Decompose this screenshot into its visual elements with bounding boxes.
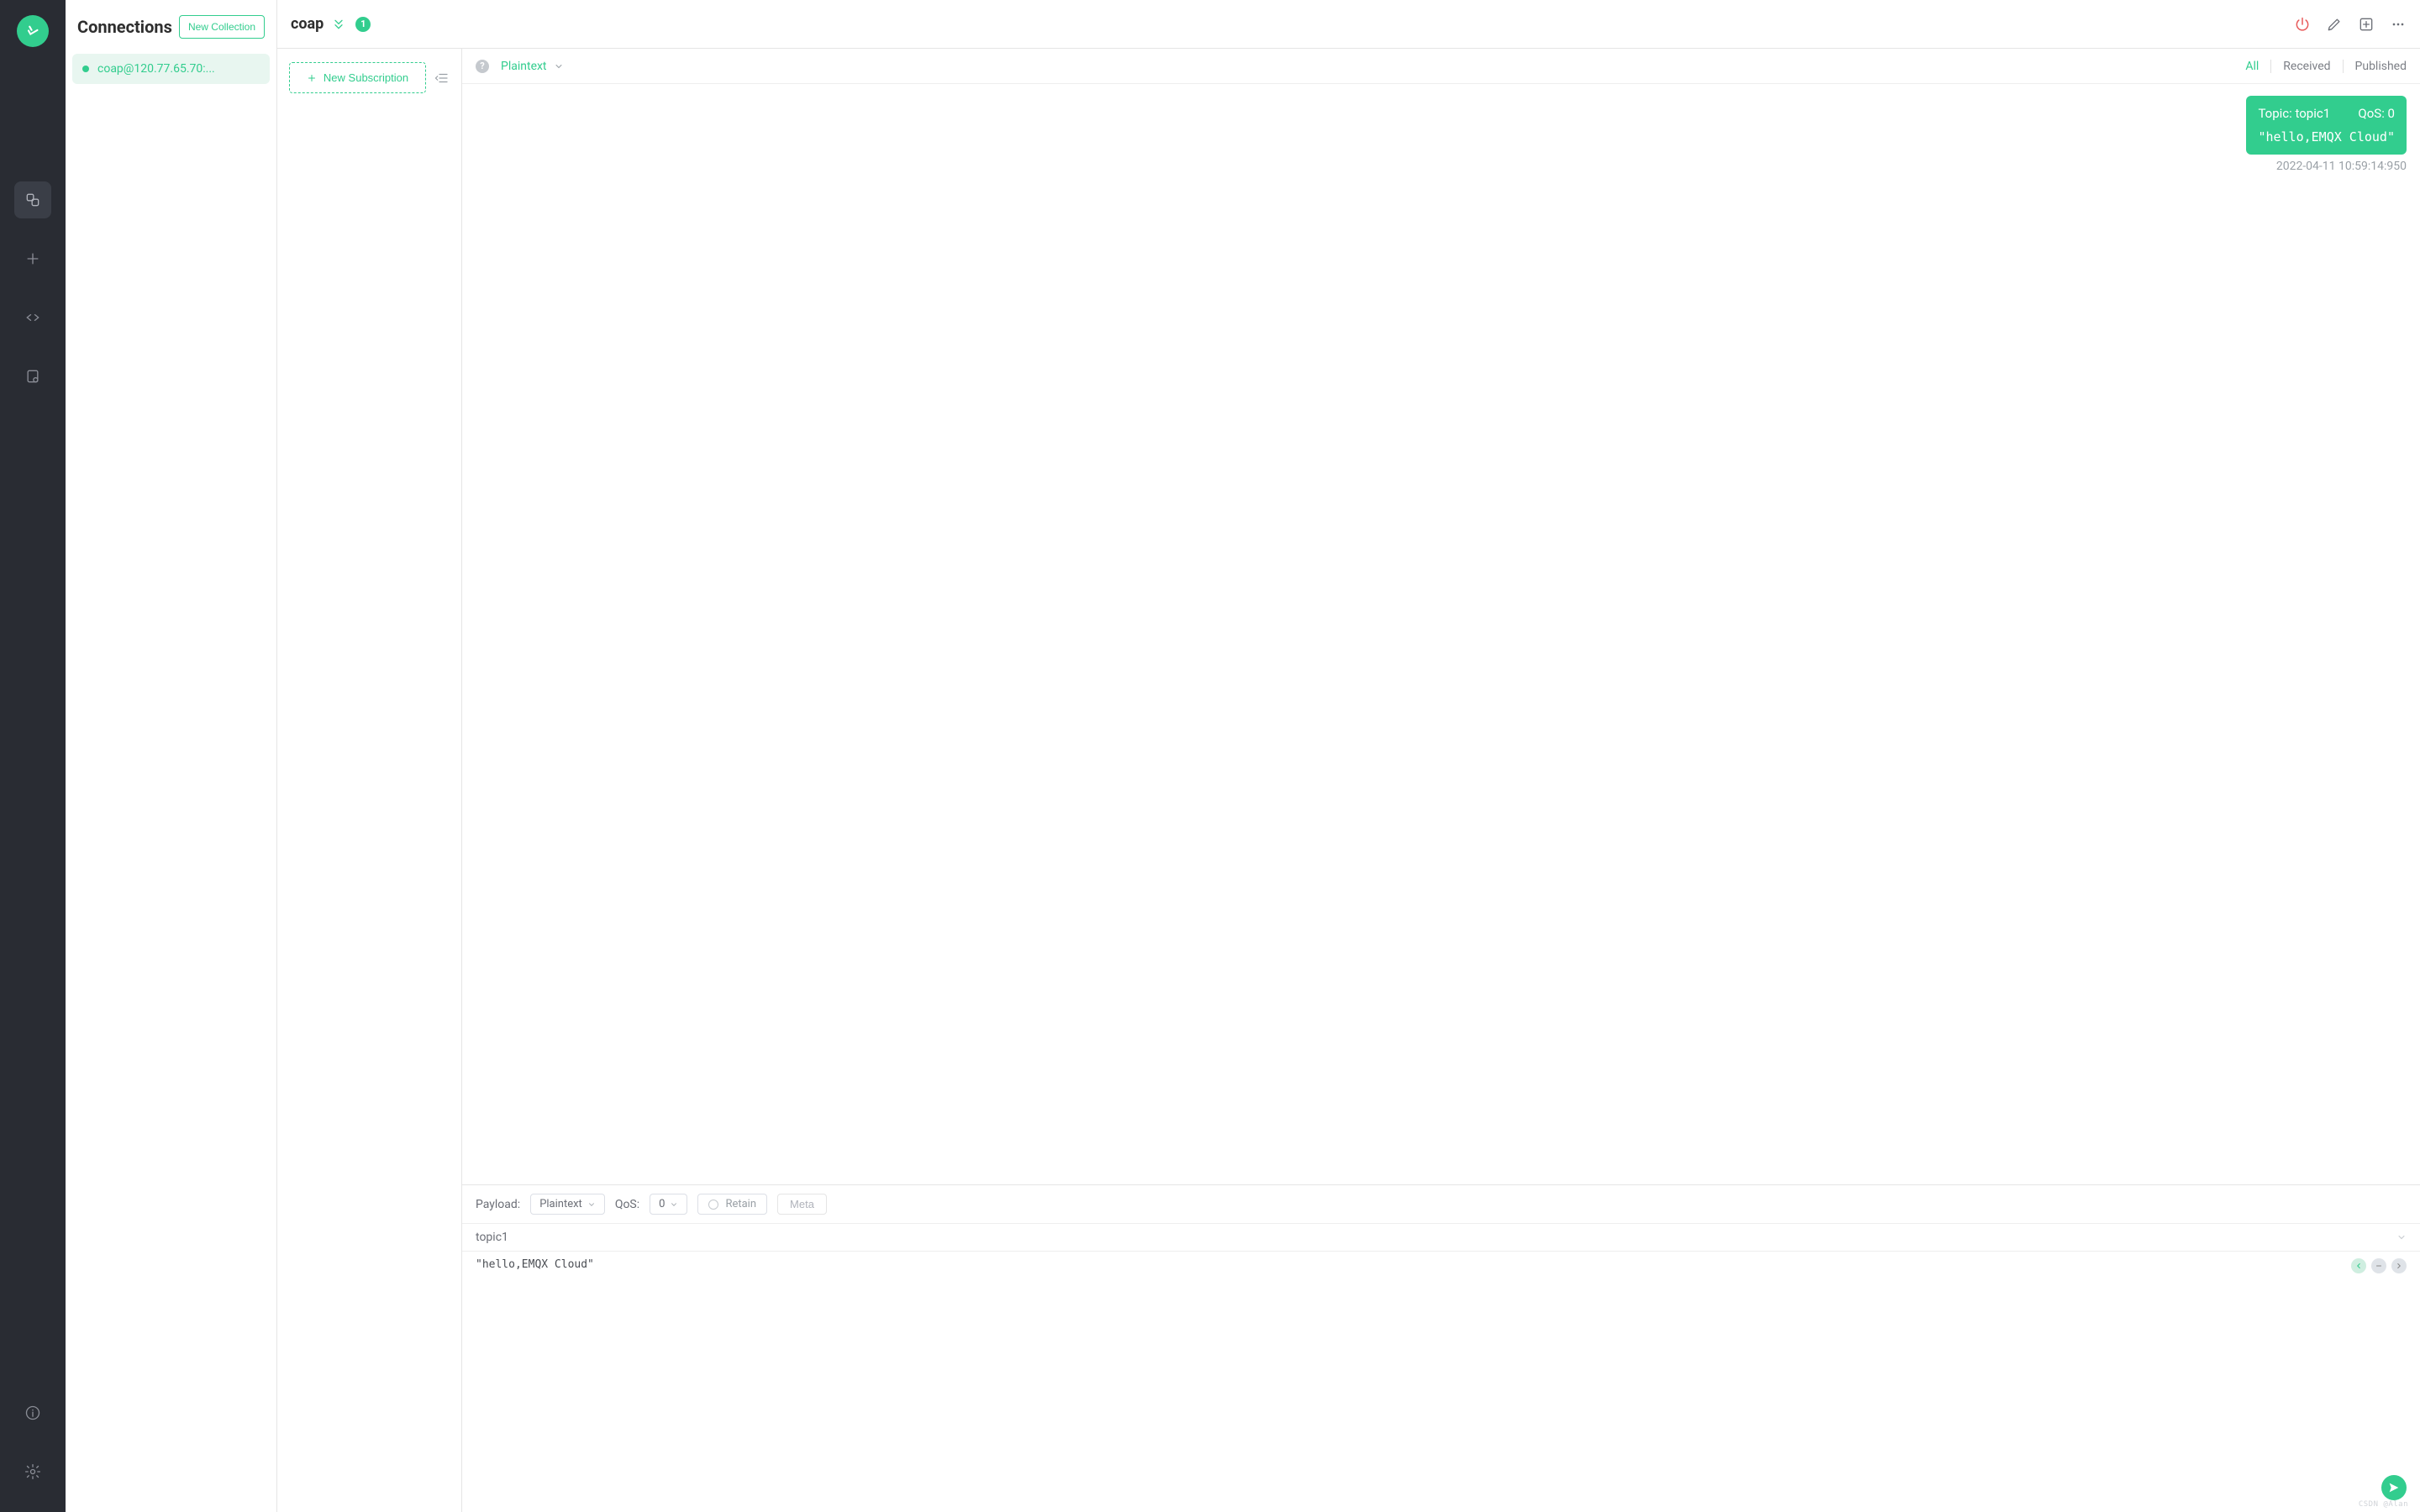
history-next-button[interactable] xyxy=(2391,1258,2407,1273)
chevron-down-icon xyxy=(670,1200,678,1209)
more-icon xyxy=(2390,16,2407,33)
logo-icon xyxy=(24,23,41,39)
code-icon xyxy=(24,309,41,326)
message-topic: Topic: topic1 xyxy=(2258,106,2330,121)
nav-scripts[interactable] xyxy=(14,299,51,336)
message-toolbar: ? Plaintext All Received Published xyxy=(462,49,2420,84)
history-prev-button[interactable] xyxy=(2351,1258,2366,1273)
qos-select[interactable]: 0 xyxy=(650,1194,687,1215)
gear-icon xyxy=(24,1463,41,1480)
message-count-badge: 1 xyxy=(355,17,371,32)
radio-icon xyxy=(708,1200,718,1210)
retain-label: Retain xyxy=(725,1198,756,1210)
arrow-right-icon xyxy=(2395,1262,2403,1270)
connections-panel: Connections New Collection coap@120.77.6… xyxy=(66,0,277,1512)
display-format-select[interactable]: Plaintext xyxy=(501,60,564,73)
connections-title: Connections xyxy=(77,17,172,37)
nav-settings[interactable] xyxy=(14,1453,51,1490)
history-reset-button[interactable] xyxy=(2371,1258,2386,1273)
payload-label: Payload: xyxy=(476,1198,520,1211)
new-collection-button[interactable]: New Collection xyxy=(179,15,265,39)
arrow-left-icon xyxy=(2354,1262,2363,1270)
collapse-icon xyxy=(434,71,450,86)
message-body: "hello,EMQX Cloud" xyxy=(2258,129,2395,144)
meta-button[interactable]: Meta xyxy=(777,1194,827,1215)
connection-status-dot xyxy=(82,66,89,72)
filter-received[interactable]: Received xyxy=(2283,60,2330,73)
plus-icon xyxy=(24,250,41,267)
message-qos: QoS: 0 xyxy=(2358,106,2395,121)
collapse-subscriptions-button[interactable] xyxy=(434,71,450,86)
more-button[interactable] xyxy=(2390,16,2407,33)
connection-item[interactable]: coap@120.77.65.70:... xyxy=(72,54,270,84)
connections-icon xyxy=(24,192,41,208)
message-timestamp: 2022-04-11 10:59:14:950 xyxy=(476,160,2407,173)
topic-input[interactable]: topic1 xyxy=(462,1223,2420,1252)
retain-checkbox[interactable]: Retain xyxy=(697,1194,767,1215)
power-icon xyxy=(2294,16,2311,33)
qos-label: QoS: xyxy=(615,1198,639,1211)
new-window-icon xyxy=(2358,16,2375,33)
nav-new[interactable] xyxy=(14,240,51,277)
new-window-button[interactable] xyxy=(2358,16,2375,33)
payload-format-select[interactable]: Plaintext xyxy=(530,1194,605,1215)
payload-value: "hello,EMQX Cloud" xyxy=(476,1258,2407,1271)
chevron-down-icon xyxy=(554,61,564,71)
divider xyxy=(2270,60,2271,73)
chevron-down-icon xyxy=(2396,1232,2407,1242)
expand-all-icon[interactable] xyxy=(332,18,345,31)
message-item: Topic: topic1 QoS: 0 "hello,EMQX Cloud" xyxy=(476,96,2407,155)
history-nav xyxy=(2351,1258,2407,1273)
subscriptions-panel: New Subscription xyxy=(277,49,462,1512)
publish-options-bar: Payload: Plaintext QoS: 0 Retain Meta xyxy=(462,1184,2420,1223)
topic-value: topic1 xyxy=(476,1231,508,1244)
connection-item-label: coap@120.77.65.70:... xyxy=(97,62,215,76)
nav-rail xyxy=(0,0,66,1512)
info-icon xyxy=(24,1404,41,1421)
log-icon xyxy=(24,368,41,385)
payload-format-value: Plaintext xyxy=(539,1198,582,1210)
disconnect-button[interactable] xyxy=(2294,16,2311,33)
minus-icon xyxy=(2375,1262,2383,1270)
nav-about[interactable] xyxy=(14,1394,51,1431)
new-subscription-button[interactable]: New Subscription xyxy=(289,62,426,93)
edit-button[interactable] xyxy=(2326,16,2343,33)
send-icon xyxy=(2387,1481,2401,1494)
send-button[interactable] xyxy=(2381,1475,2407,1500)
main-header: coap 1 xyxy=(277,0,2420,49)
edit-icon xyxy=(2326,16,2343,33)
chevron-down-icon xyxy=(587,1200,596,1209)
connection-name: coap xyxy=(291,15,324,33)
watermark: CSDN @Alan xyxy=(2359,1500,2408,1509)
messages-area: Topic: topic1 QoS: 0 "hello,EMQX Cloud" … xyxy=(462,84,2420,1184)
filter-all[interactable]: All xyxy=(2245,60,2259,73)
filter-published[interactable]: Published xyxy=(2355,60,2407,73)
qos-value: 0 xyxy=(659,1198,665,1210)
plus-icon xyxy=(307,73,317,83)
main-column: ? Plaintext All Received Published xyxy=(462,0,2420,1512)
help-badge[interactable]: ? xyxy=(476,60,489,73)
nav-connections[interactable] xyxy=(14,181,51,218)
display-format-label: Plaintext xyxy=(501,60,547,73)
payload-editor[interactable]: "hello,EMQX Cloud" xyxy=(462,1252,2420,1512)
app-logo xyxy=(17,15,49,47)
new-subscription-label: New Subscription xyxy=(324,71,408,84)
divider xyxy=(2343,60,2344,73)
nav-logs[interactable] xyxy=(14,358,51,395)
